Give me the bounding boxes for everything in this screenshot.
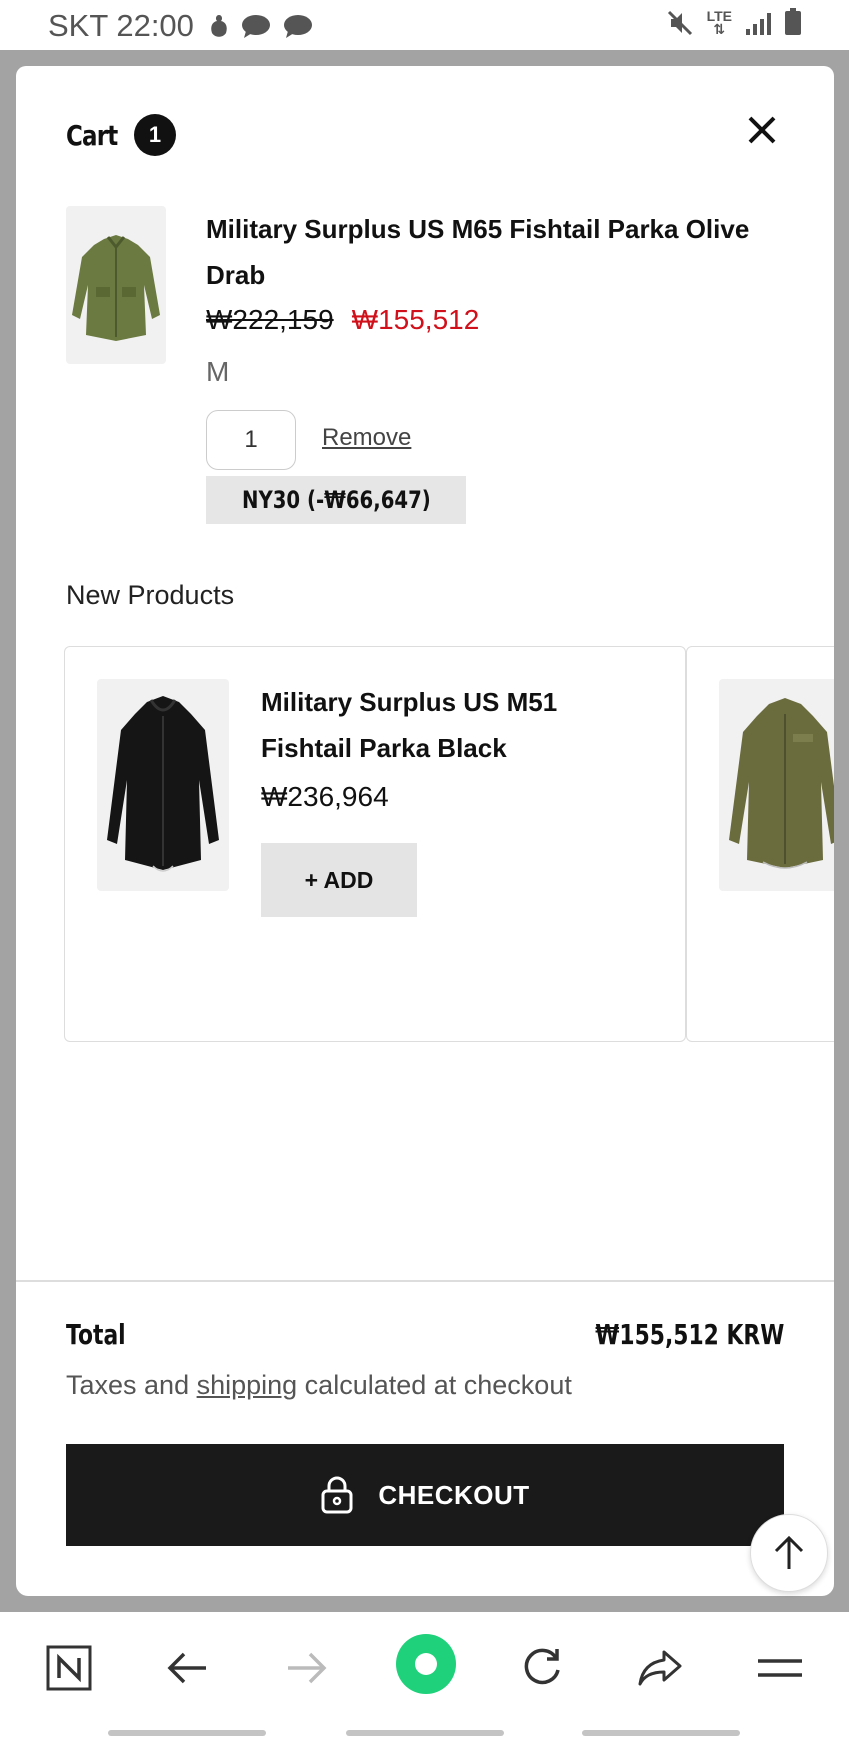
refresh-icon <box>524 1648 560 1685</box>
share-icon <box>638 1650 682 1686</box>
notification-icon <box>211 15 227 37</box>
naver-home-button[interactable] <box>39 1638 99 1698</box>
status-bar: SKT 22:00 LTE ⇅ <box>0 0 849 50</box>
cart-header: Cart 1 <box>66 114 176 156</box>
total-label: Total <box>66 1318 126 1351</box>
new-products-heading: New Products <box>66 580 235 610</box>
refresh-button[interactable] <box>512 1638 572 1698</box>
cart-item-name[interactable]: Military Surplus US M65 Fishtail Parka O… <box>206 206 806 298</box>
total-value: ₩155,512 KRW <box>594 1318 784 1351</box>
product-card[interactable]: Military Surplus US M51 Fishtail Parka B… <box>64 646 686 1042</box>
original-price: ₩222,159 <box>206 304 334 335</box>
cart-item-prices: ₩222,159 ₩155,512 <box>206 304 479 336</box>
shipping-link[interactable]: shipping <box>197 1370 298 1400</box>
tax-suffix: calculated at checkout <box>297 1370 572 1400</box>
product-name[interactable]: Military Surplus US M51 Fishtail Parka B… <box>261 679 641 771</box>
share-button[interactable] <box>630 1638 690 1698</box>
product-price: ₩236,964 <box>261 781 389 812</box>
lock-icon <box>321 1476 353 1514</box>
footer-divider <box>16 1280 834 1282</box>
cart-count-badge: 1 <box>134 114 176 156</box>
signal-icon <box>746 11 771 35</box>
product-card[interactable] <box>686 646 834 1042</box>
browser-toolbar <box>0 1612 849 1747</box>
product-image[interactable] <box>719 679 834 891</box>
menu-icon <box>758 1659 802 1677</box>
network-type: LTE <box>706 8 732 24</box>
back-icon <box>167 1652 206 1684</box>
cart-item-variant: M <box>206 356 230 387</box>
naver-icon <box>46 1645 92 1691</box>
close-cart-button[interactable] <box>742 110 782 150</box>
battery-icon <box>785 8 801 35</box>
tax-note: Taxes and shipping calculated at checkou… <box>66 1370 572 1401</box>
product-image[interactable] <box>97 679 229 891</box>
network-indicator: LTE ⇅ <box>706 8 732 37</box>
mute-icon <box>667 10 692 36</box>
forward-icon <box>288 1652 327 1684</box>
cart-drawer: Cart 1 Military Surplus US M65 Fishtail … <box>16 66 834 1596</box>
carrier-time: SKT 22:00 <box>48 8 194 43</box>
arrow-up-icon <box>774 1535 804 1569</box>
back-button[interactable] <box>158 1638 218 1698</box>
forward-button[interactable] <box>276 1638 336 1698</box>
status-left: SKT 22:00 <box>48 8 314 44</box>
gesture-bar-right <box>582 1730 740 1736</box>
sale-price: ₩155,512 <box>351 304 480 335</box>
chat-bubble-icon <box>241 15 270 38</box>
checkout-button[interactable]: CHECKOUT <box>66 1444 784 1546</box>
cart-item-image[interactable] <box>66 206 166 364</box>
close-icon <box>748 116 776 144</box>
green-home-button[interactable] <box>394 1632 458 1696</box>
discount-badge: NY30 (-₩66,647) <box>206 476 466 524</box>
add-to-cart-button[interactable]: + ADD <box>261 843 417 917</box>
checkout-label: CHECKOUT <box>378 1479 530 1510</box>
quantity-input[interactable]: 1 <box>206 410 296 470</box>
cart-title: Cart <box>66 118 118 152</box>
gesture-bar-center <box>346 1730 504 1736</box>
remove-item-link[interactable]: Remove <box>322 424 411 452</box>
notification-icons <box>208 13 314 39</box>
chat-bubble-icon <box>283 15 312 38</box>
tax-prefix: Taxes and <box>66 1370 197 1400</box>
home-icon <box>396 1634 456 1694</box>
discount-code: NY30 (-₩66,647) <box>242 486 431 514</box>
scroll-to-top-button[interactable] <box>750 1514 828 1592</box>
status-right: LTE ⇅ <box>667 8 801 37</box>
gesture-bar-left <box>108 1730 266 1736</box>
menu-button[interactable] <box>750 1638 810 1698</box>
black-parka-image <box>107 696 219 872</box>
parka-image <box>72 235 160 341</box>
new-products-carousel[interactable]: Military Surplus US M51 Fishtail Parka B… <box>64 646 834 1042</box>
olive-parka-image <box>729 698 834 869</box>
